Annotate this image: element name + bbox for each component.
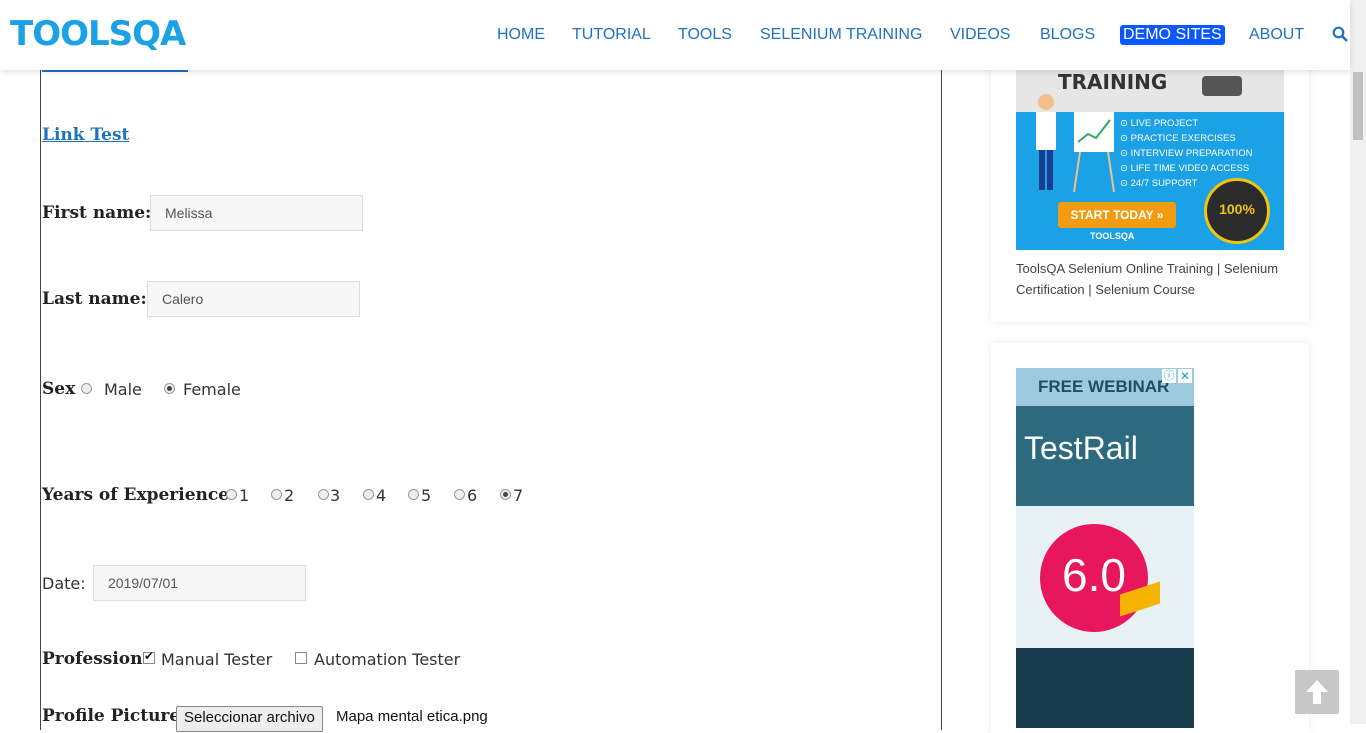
experience-option-2: 2 xyxy=(284,486,295,505)
sex-female-label: Female xyxy=(183,380,241,399)
first-name-label: First name: xyxy=(42,203,152,223)
manual-tester-checkbox[interactable]: ✔ xyxy=(143,649,155,664)
testrail-logo-text: TestRail xyxy=(1024,430,1138,466)
experience-option-1: 1 xyxy=(239,486,250,505)
sex-label: Sex xyxy=(42,379,76,399)
nav-home[interactable]: HOME xyxy=(497,26,545,44)
page-scrollbar[interactable] xyxy=(1350,0,1366,724)
experience-option-3: 3 xyxy=(330,486,341,505)
testrail-brand-band: TestRail xyxy=(1016,406,1194,506)
gear-icon xyxy=(1202,76,1242,96)
main-nav: HOME TUTORIAL TOOLS SELENIUM TRAINING VI… xyxy=(0,0,1350,70)
presenter-illustration xyxy=(1036,94,1115,193)
nav-tutorial[interactable]: TUTORIAL xyxy=(572,26,651,44)
version-band: 6.0 xyxy=(1016,506,1194,648)
version-circle: 6.0 xyxy=(1040,524,1148,632)
site-header: TOOLSQA HOME TUTORIAL TOOLS SELENIUM TRA… xyxy=(0,0,1350,70)
experience-option-5: 5 xyxy=(421,486,432,505)
experience-option-6: 6 xyxy=(467,486,478,505)
experience-label: Years of Experience xyxy=(42,485,230,505)
webinar-heading: FREE WEBINAR xyxy=(1038,377,1170,396)
experience-radio-2[interactable] xyxy=(271,489,282,500)
ad-heading: TRAINING xyxy=(1058,70,1168,94)
experience-radio-7[interactable] xyxy=(500,489,511,500)
automation-tester-checkbox[interactable] xyxy=(295,652,307,664)
training-caption[interactable]: ToolsQA Selenium Online Training | Selen… xyxy=(1016,258,1286,300)
sex-male-label: Male xyxy=(104,380,142,399)
bullet-3: ⊙ INTERVIEW PREPARATION xyxy=(1120,148,1253,159)
file-name: Mapa mental etica.png xyxy=(336,708,488,725)
bullet-1: ⊙ LIVE PROJECT xyxy=(1120,118,1199,129)
sex-male-radio[interactable] xyxy=(81,383,92,394)
nav-demo-sites[interactable]: DEMO SITES xyxy=(1120,25,1225,45)
experience-option-4: 4 xyxy=(376,486,387,505)
nav-videos[interactable]: VIDEOS xyxy=(950,26,1010,44)
experience-radio-3[interactable] xyxy=(318,489,329,500)
check-icon: ✔ xyxy=(144,649,155,663)
first-name-input[interactable]: Melissa xyxy=(150,195,363,231)
scroll-to-top-button[interactable] xyxy=(1295,670,1339,714)
nav-blogs[interactable]: BLOGS xyxy=(1040,26,1095,44)
experience-radio-5[interactable] xyxy=(408,489,419,500)
experience-radio-1[interactable] xyxy=(226,489,237,500)
choose-file-button[interactable]: Seleccionar archivo xyxy=(176,706,323,732)
selenium-training-ad[interactable]: TRAINING ⊙ LIVE PROJECT ⊙ PRACTICE EXERC… xyxy=(1016,70,1284,250)
profession-label: Profession xyxy=(42,649,143,669)
arrow-up-icon xyxy=(1306,680,1328,704)
testrail-ad[interactable]: FREE WEBINAR TestRail 6.0 xyxy=(1016,368,1194,728)
info-icon[interactable]: ⓘ xyxy=(1162,369,1176,383)
close-icon[interactable]: ✕ xyxy=(1178,369,1192,383)
experience-option-7: 7 xyxy=(513,486,524,505)
form-frame xyxy=(40,70,942,730)
money-back-badge: 100% xyxy=(1204,178,1270,244)
bullet-4: ⊙ LIFE TIME VIDEO ACCESS xyxy=(1120,163,1250,174)
search-icon[interactable] xyxy=(1332,26,1348,46)
experience-radio-4[interactable] xyxy=(363,489,374,500)
date-input[interactable]: 2019/07/01 xyxy=(93,565,306,601)
ad-footer-band xyxy=(1016,648,1194,728)
manual-tester-label: Manual Tester xyxy=(161,650,273,669)
ad-brand: TOOLSQA xyxy=(1090,231,1135,241)
nav-tools[interactable]: TOOLS xyxy=(678,26,732,44)
experience-radio-6[interactable] xyxy=(454,489,465,500)
sex-female-radio[interactable] xyxy=(164,383,175,394)
nav-selenium-training[interactable]: SELENIUM TRAINING xyxy=(760,26,922,44)
automation-tester-label: Automation Tester xyxy=(314,650,461,669)
link-test[interactable]: Link Test xyxy=(42,125,129,145)
nav-about[interactable]: ABOUT xyxy=(1249,26,1304,44)
date-label: Date: xyxy=(42,574,86,593)
bullet-2: ⊙ PRACTICE EXERCISES xyxy=(1120,133,1236,144)
start-today-button[interactable]: START TODAY » xyxy=(1058,202,1176,228)
badge-percent: 100% xyxy=(1219,201,1255,217)
scrollbar-thumb[interactable] xyxy=(1353,72,1363,140)
profile-picture-label: Profile Picture xyxy=(42,706,181,726)
last-name-label: Last name: xyxy=(42,289,147,309)
link-underline-remnant xyxy=(42,70,188,72)
last-name-input[interactable]: Calero xyxy=(147,281,360,317)
